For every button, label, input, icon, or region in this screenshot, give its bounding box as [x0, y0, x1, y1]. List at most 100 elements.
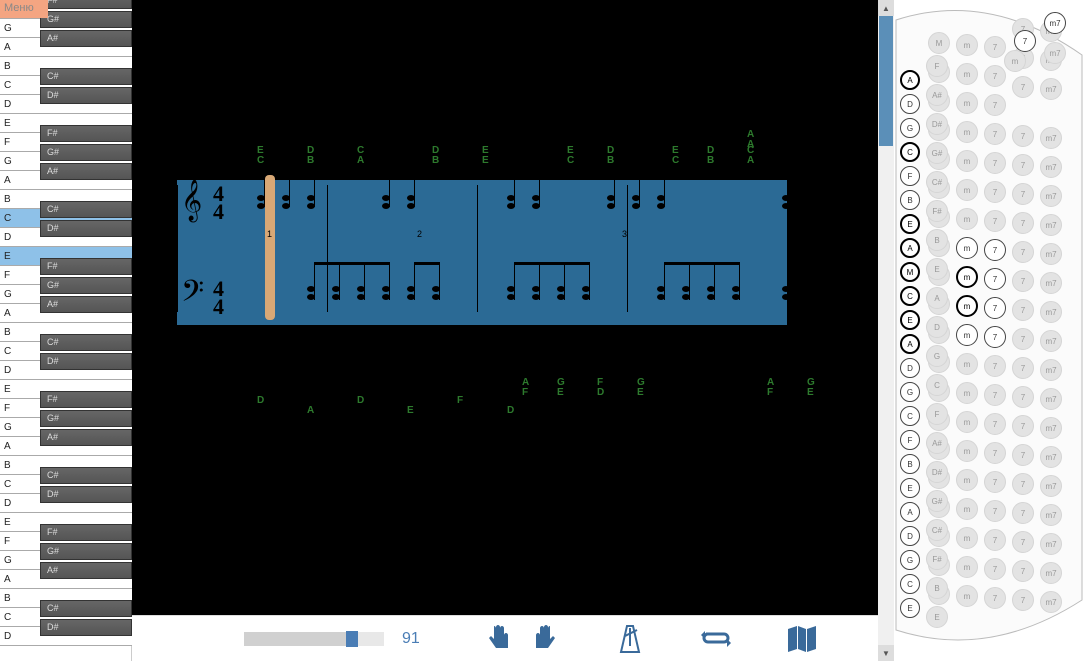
accordion-chord-button[interactable]: m7: [1040, 78, 1062, 100]
accordion-chord-button[interactable]: 7: [984, 268, 1006, 290]
accordion-chord-button[interactable]: m: [956, 498, 978, 520]
accordion-note-button[interactable]: F#: [926, 548, 948, 570]
accordion-chord-button[interactable]: 7: [984, 239, 1006, 261]
black-key[interactable]: D#: [40, 353, 132, 370]
accordion-chord-button[interactable]: m: [956, 295, 978, 317]
accordion-chord-button[interactable]: 7: [984, 384, 1006, 406]
accordion-bass-button[interactable]: D: [900, 94, 920, 114]
black-key[interactable]: C#: [40, 600, 132, 617]
accordion-bass-button[interactable]: A: [900, 334, 920, 354]
accordion-chord-button[interactable]: 7: [1012, 357, 1034, 379]
black-key[interactable]: C#: [40, 68, 132, 85]
accordion-chord-button[interactable]: 7: [984, 94, 1006, 116]
black-key[interactable]: C#: [40, 467, 132, 484]
accordion-bass-button[interactable]: C: [900, 142, 920, 162]
accordion-bass-button[interactable]: F: [900, 166, 920, 186]
black-key[interactable]: A#: [40, 163, 132, 180]
accordion-chord-button[interactable]: 7: [984, 558, 1006, 580]
accordion-chord-button[interactable]: m7: [1040, 359, 1062, 381]
accordion-bass-button[interactable]: E: [900, 598, 920, 618]
accordion-chord-button[interactable]: 7: [984, 529, 1006, 551]
accordion-chord-button[interactable]: m7: [1040, 156, 1062, 178]
accordion-chord-button[interactable]: 7: [984, 152, 1006, 174]
accordion-chord-button[interactable]: 7: [1012, 328, 1034, 350]
accordion-chord-button[interactable]: 7: [984, 413, 1006, 435]
accordion-chord-button[interactable]: m7: [1044, 42, 1066, 64]
accordion-bass-button[interactable]: A: [900, 70, 920, 90]
accordion-chord-button[interactable]: 7: [1012, 154, 1034, 176]
black-key[interactable]: F#: [40, 524, 132, 541]
accordion-note-button[interactable]: B: [926, 577, 948, 599]
accordion-chord-button[interactable]: m: [956, 179, 978, 201]
accordion-chord-button[interactable]: m: [956, 469, 978, 491]
accordion-bass-button[interactable]: E: [900, 310, 920, 330]
accordion-chord-button[interactable]: m: [956, 208, 978, 230]
black-key[interactable]: A#: [40, 296, 132, 313]
accordion-bass-button[interactable]: G: [900, 118, 920, 138]
accordion-chord-button[interactable]: 7: [1012, 415, 1034, 437]
accordion-chord-button[interactable]: 7: [984, 326, 1006, 348]
accordion-note-button[interactable]: G#: [926, 142, 948, 164]
black-key[interactable]: D#: [40, 619, 132, 636]
accordion-chord-button[interactable]: m7: [1040, 591, 1062, 613]
accordion-chord-button[interactable]: m7: [1040, 475, 1062, 497]
accordion-bass-button[interactable]: C: [900, 286, 920, 306]
accordion-chord-button[interactable]: 7: [984, 297, 1006, 319]
black-key[interactable]: D#: [40, 486, 132, 503]
scroll-down-icon[interactable]: ▼: [878, 645, 894, 661]
accordion-bass-button[interactable]: E: [900, 214, 920, 234]
accordion-bass-button[interactable]: M: [900, 262, 920, 282]
accordion-note-button[interactable]: F: [926, 55, 948, 77]
accordion-chord-button[interactable]: 7: [1012, 299, 1034, 321]
accordion-bass-button[interactable]: F: [900, 430, 920, 450]
black-key[interactable]: A#: [40, 429, 132, 446]
black-key[interactable]: C#: [40, 201, 132, 218]
accordion-chord-button[interactable]: 7: [984, 36, 1006, 58]
metronome-icon[interactable]: [614, 623, 646, 655]
accordion-chord-button[interactable]: m7: [1040, 272, 1062, 294]
accordion-bass-button[interactable]: A: [900, 502, 920, 522]
accordion-chord-button[interactable]: 7: [984, 355, 1006, 377]
accordion-chord-button[interactable]: m7: [1040, 388, 1062, 410]
accordion-chord-button[interactable]: m7: [1040, 417, 1062, 439]
accordion-chord-button[interactable]: 7: [984, 181, 1006, 203]
accordion-note-button[interactable]: B: [926, 229, 948, 251]
menu-button[interactable]: Меню: [0, 0, 48, 18]
accordion-note-button[interactable]: C#: [926, 171, 948, 193]
accordion-bass-button[interactable]: C: [900, 406, 920, 426]
black-key[interactable]: A#: [40, 562, 132, 579]
black-key[interactable]: F#: [40, 258, 132, 275]
accordion-chord-button[interactable]: m7: [1040, 533, 1062, 555]
score-canvas[interactable]: 𝄞𝄢4444ECDBCADBEEECDBECDBCAAA123DADEFDAFG…: [132, 0, 878, 615]
accordion-chord-button[interactable]: 7: [1012, 241, 1034, 263]
accordion-note-button[interactable]: D: [926, 316, 948, 338]
accordion-note-button[interactable]: G#: [926, 490, 948, 512]
accordion-chord-button[interactable]: 7: [1012, 473, 1034, 495]
accordion-bass-button[interactable]: A: [900, 238, 920, 258]
accordion-chord-button[interactable]: 7: [1012, 270, 1034, 292]
black-key[interactable]: F#: [40, 391, 132, 408]
accordion-note-button[interactable]: F: [926, 403, 948, 425]
accordion-chord-button[interactable]: 7: [1012, 531, 1034, 553]
accordion-chord-button[interactable]: 7: [1012, 386, 1034, 408]
accordion-chord-button[interactable]: m7: [1040, 504, 1062, 526]
accordion-chord-button[interactable]: m: [956, 63, 978, 85]
scroll-up-icon[interactable]: ▲: [878, 0, 894, 16]
accordion-note-button[interactable]: A#: [926, 84, 948, 106]
accordion-chord-button[interactable]: m7: [1044, 12, 1066, 34]
accordion-chord-button[interactable]: 7: [1012, 125, 1034, 147]
accordion-chord-button[interactable]: 7: [984, 65, 1006, 87]
accordion-chord-button[interactable]: m7: [1040, 185, 1062, 207]
map-icon[interactable]: [786, 623, 818, 655]
accordion-chord-button[interactable]: m: [956, 266, 978, 288]
accordion-chord-button[interactable]: m: [956, 382, 978, 404]
accordion-chord-button[interactable]: M: [928, 32, 950, 54]
left-hand-icon[interactable]: [484, 623, 516, 655]
accordion-chord-button[interactable]: 7: [984, 123, 1006, 145]
accordion-bass-button[interactable]: B: [900, 190, 920, 210]
accordion-note-button[interactable]: G: [926, 345, 948, 367]
accordion-chord-button[interactable]: m7: [1040, 243, 1062, 265]
accordion-note-button[interactable]: F#: [926, 200, 948, 222]
accordion-chord-button[interactable]: m7: [1040, 446, 1062, 468]
accordion-chord-button[interactable]: 7: [1012, 444, 1034, 466]
